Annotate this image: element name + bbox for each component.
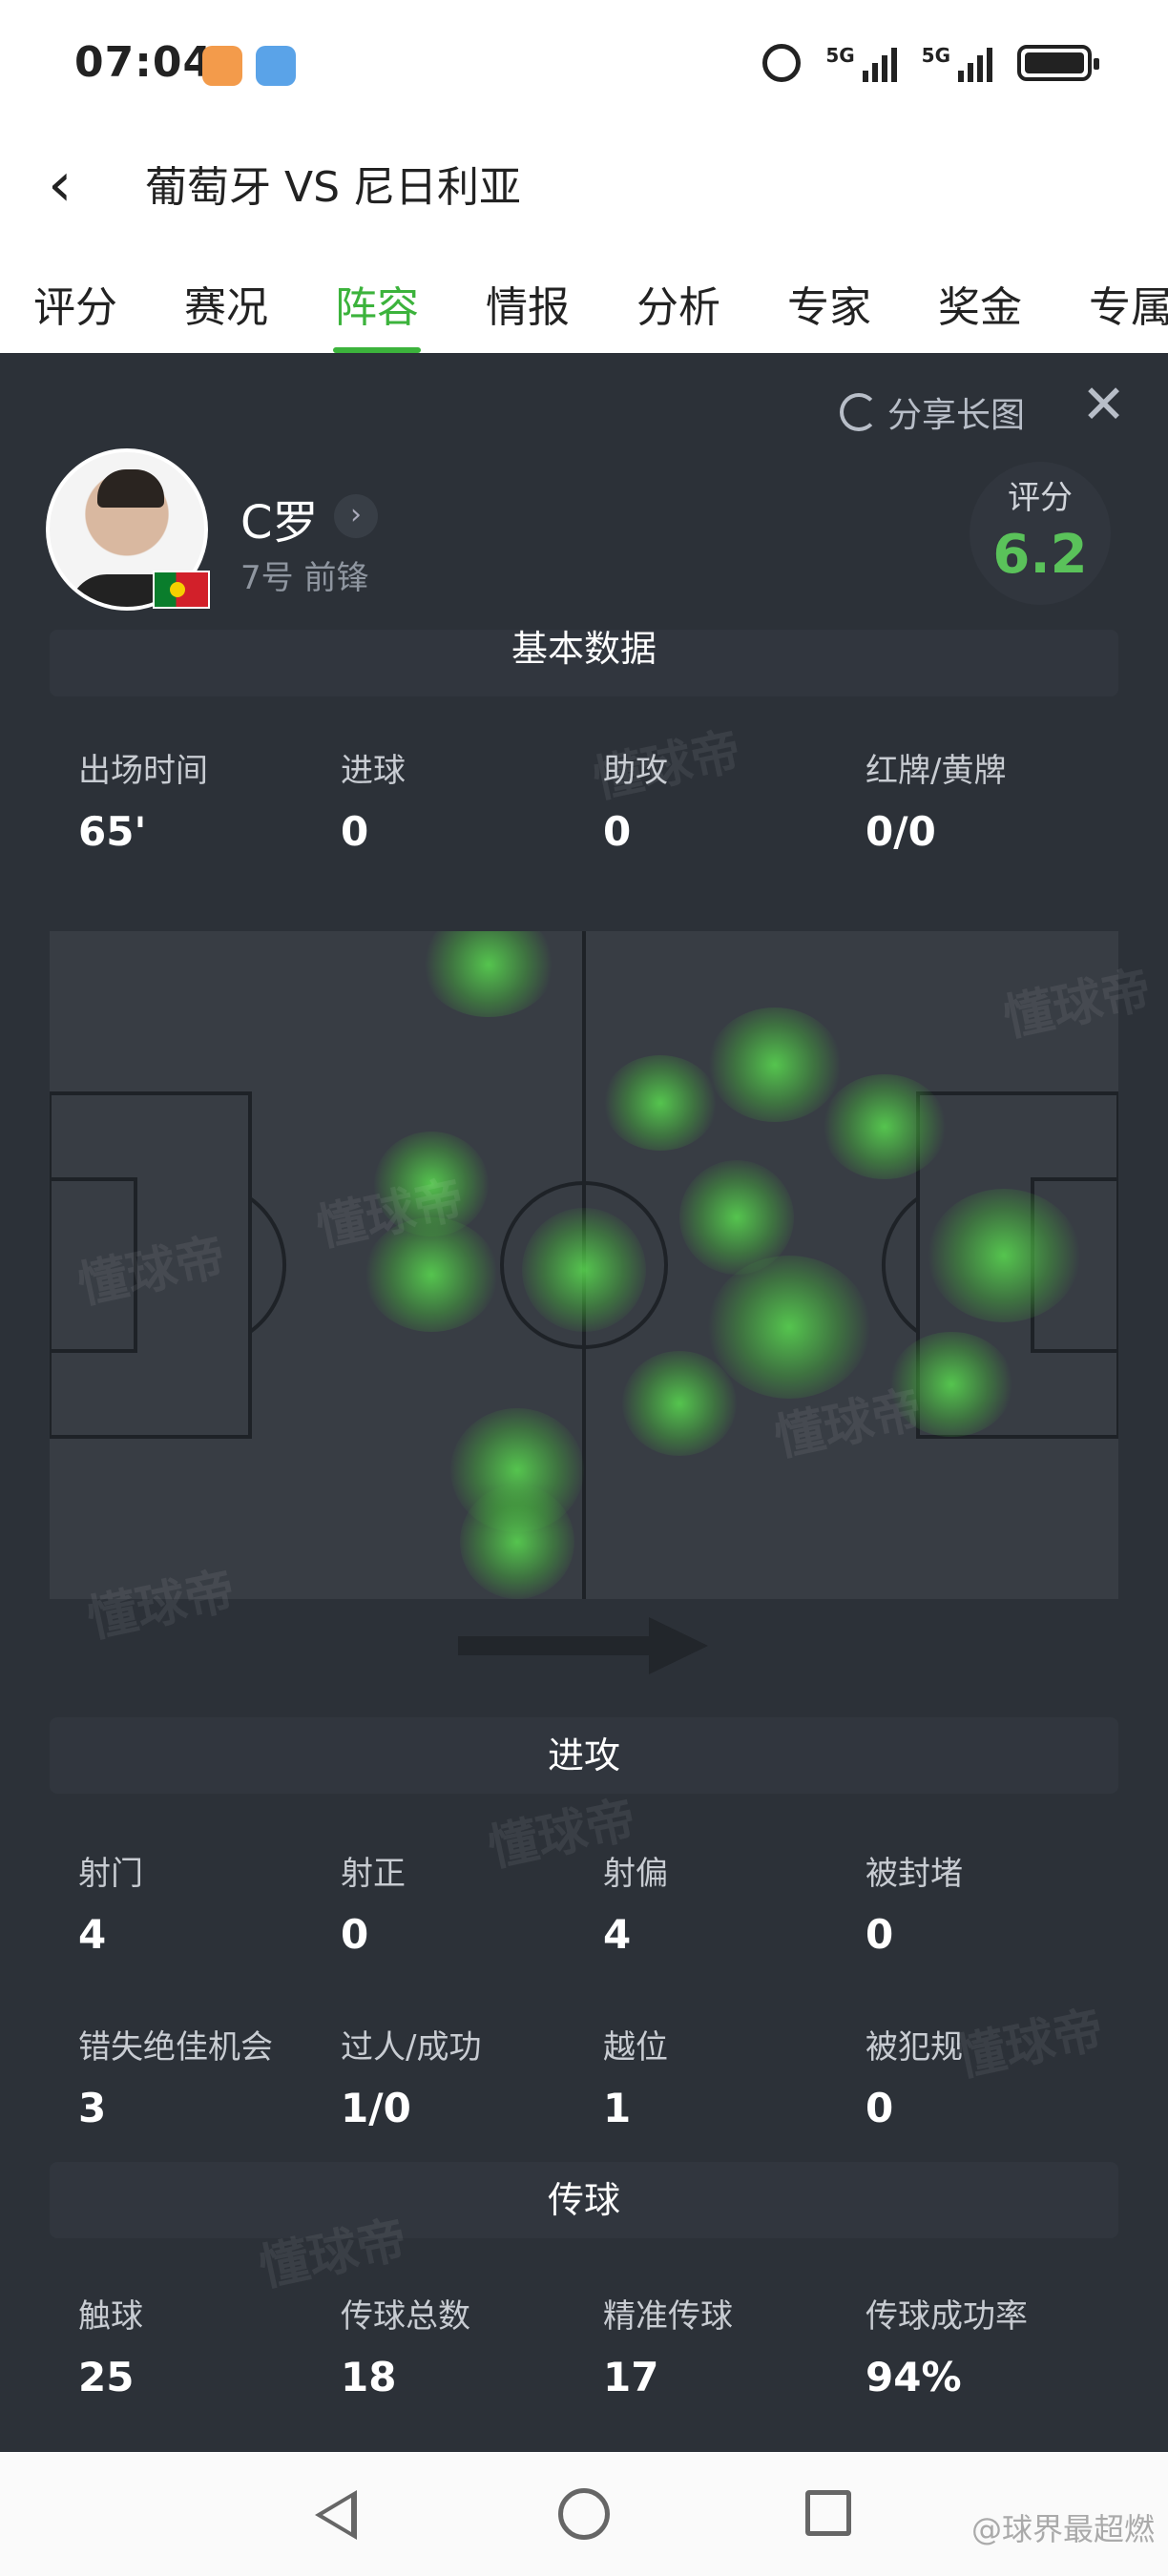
heat-spot [928, 1189, 1080, 1322]
attack-stats-row-1: 射门 4 射正 0 射偏 4 被封堵 0 [78, 1847, 1128, 1958]
stat-pass-accuracy: 传球成功率 94% [866, 2297, 1028, 2400]
heat-spot [708, 1008, 842, 1122]
passing-stats-row: 触球 25 传球总数 18 精准传球 17 传球成功率 94% [78, 2290, 1128, 2400]
nav-recent-apps-icon[interactable] [805, 2490, 851, 2536]
stat-touches: 触球 25 [78, 2297, 143, 2400]
status-time: 07:04 [74, 38, 214, 87]
heat-spot [622, 1351, 737, 1456]
attack-title: 进攻 [547, 1735, 620, 1776]
tab-prize[interactable]: 奖金 [905, 265, 1055, 353]
nav-back-icon[interactable] [315, 2490, 357, 2540]
stat-big-chances-missed: 错失绝佳机会 3 [78, 2028, 273, 2131]
close-icon[interactable]: ✕ [1081, 374, 1126, 436]
rating-label: 评分 [1008, 479, 1073, 517]
chevron-left-icon[interactable]: ‹ [48, 155, 73, 216]
tab-lineup[interactable]: 阵容 [302, 265, 452, 353]
stat-total-passes: 传球总数 18 [341, 2297, 470, 2400]
player-name[interactable]: C罗 [240, 485, 319, 551]
stat-shots: 射门 4 [78, 1855, 143, 1958]
tab-intel[interactable]: 情报 [452, 265, 603, 353]
stat-shots-off-target: 射偏 4 [603, 1855, 668, 1958]
player-detail-panel: 分享长图 ✕ C罗 › 7号 前锋 评分 6.2 基本数据 出场时间 65' 进球… [0, 353, 1168, 2452]
share-long-image-button[interactable]: 分享长图 [839, 387, 1025, 437]
battery-icon [1017, 45, 1099, 81]
signal-icon-2: 5G [922, 44, 992, 82]
stat-offsides: 越位 1 [603, 2028, 668, 2131]
basic-title: 基本数据 [511, 628, 657, 670]
share-label: 分享长图 [886, 396, 1025, 435]
tab-live[interactable]: 赛况 [151, 265, 302, 353]
tab-bar: 评分 赛况 阵容 情报 分析 专家 奖金 专属 [0, 265, 1168, 353]
rating-value: 6.2 [992, 524, 1088, 586]
signal-icon: 5G [825, 44, 897, 82]
alarm-icon [762, 44, 802, 82]
nav-home-icon[interactable] [558, 2488, 610, 2540]
passing-title: 传球 [547, 2179, 620, 2221]
stat-cards: 红牌/黄牌 0/0 [866, 752, 1007, 855]
stat-goals: 进球 0 [341, 752, 406, 855]
share-icon [839, 393, 878, 431]
tab-experts[interactable]: 专家 [754, 265, 905, 353]
portugal-flag-icon [153, 571, 210, 609]
heat-spot [708, 1256, 870, 1399]
heat-spot [522, 1208, 646, 1332]
tab-analysis[interactable]: 分析 [603, 265, 754, 353]
app-notification-icon [202, 46, 242, 86]
weibo-credit: @球界最超燃 [970, 2511, 1155, 2547]
heat-spot [460, 1485, 574, 1599]
section-attack-title: 进攻 [50, 1717, 1118, 1794]
heat-spot [823, 1074, 947, 1179]
stat-minutes: 出场时间 65' [78, 752, 208, 855]
status-bar: 07:04 5G 5G [0, 0, 1168, 134]
rating-badge: 评分 6.2 [970, 462, 1111, 605]
tab-rating[interactable]: 评分 [0, 265, 151, 353]
chevron-right-icon[interactable]: › [334, 494, 378, 538]
section-basic-title: 基本数据 [50, 630, 1118, 696]
stat-blocked: 被封堵 0 [866, 1855, 963, 1958]
weather-notification-icon [256, 46, 296, 86]
page-header: ‹ 葡萄牙 VS 尼日利亚 评分 赛况 阵容 情报 分析 专家 奖金 专属 [0, 134, 1168, 353]
player-number-position: 7号 前锋 [240, 559, 369, 597]
section-passing-title: 传球 [50, 2162, 1118, 2238]
tab-exclusive[interactable]: 专属 [1055, 265, 1168, 353]
stat-dribbles: 过人/成功 1/0 [341, 2028, 482, 2131]
heat-spot [603, 1055, 718, 1151]
match-title: 葡萄牙 VS 尼日利亚 [145, 163, 522, 212]
stat-accurate-passes: 精准传球 17 [603, 2297, 733, 2400]
arrow-right-icon [458, 1617, 708, 1674]
